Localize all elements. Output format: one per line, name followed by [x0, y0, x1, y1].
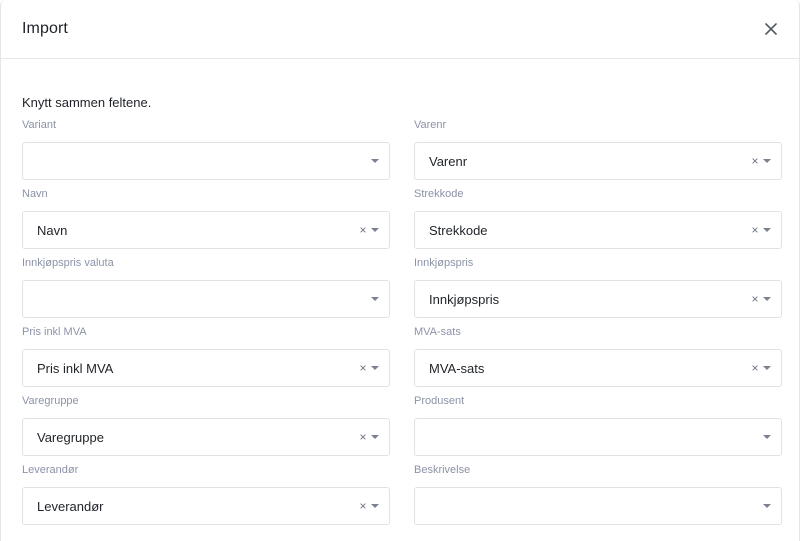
modal-body: Knytt sammen feltene. Variant Varenr Varen…: [1, 59, 799, 534]
field-label: Pris inkl MVA: [22, 326, 87, 338]
clear-icon[interactable]: ×: [358, 431, 368, 443]
clear-icon[interactable]: ×: [750, 155, 760, 167]
selected-value: Leverandør: [37, 498, 104, 514]
chevron-down-icon[interactable]: [371, 159, 379, 163]
clear-icon[interactable]: ×: [750, 224, 760, 236]
field-label: MVA-sats: [414, 326, 461, 338]
field-varegruppe: Varegruppe Varegruppe ×: [22, 396, 390, 465]
import-modal: Import Knytt sammen feltene. Variant Vare…: [0, 0, 800, 541]
chevron-down-icon[interactable]: [763, 297, 771, 301]
modal-title: Import: [22, 20, 68, 37]
selected-value: Strekkode: [429, 222, 488, 238]
chevron-down-icon[interactable]: [371, 504, 379, 508]
field-label: Innkjøpspris valuta: [22, 257, 114, 269]
clear-icon[interactable]: ×: [358, 224, 368, 236]
innkjopspris-select[interactable]: Innkjøpspris ×: [414, 280, 782, 318]
chevron-down-icon[interactable]: [763, 504, 771, 508]
field-label: Varegruppe: [22, 395, 79, 407]
chevron-down-icon[interactable]: [763, 366, 771, 370]
field-label: Navn: [22, 188, 48, 200]
clear-icon[interactable]: ×: [750, 293, 760, 305]
field-varenr: Varenr Varenr ×: [414, 120, 782, 189]
chevron-down-icon[interactable]: [763, 435, 771, 439]
clear-icon[interactable]: ×: [750, 362, 760, 374]
chevron-down-icon[interactable]: [371, 297, 379, 301]
clear-icon[interactable]: ×: [358, 500, 368, 512]
innkjopspris-valuta-select[interactable]: [22, 280, 390, 318]
modal-header: Import: [1, 0, 799, 59]
field-navn: Navn Navn ×: [22, 189, 390, 258]
navn-select[interactable]: Navn ×: [22, 211, 390, 249]
field-label: Produsent: [414, 395, 465, 407]
field-mva-sats: MVA-sats MVA-sats ×: [414, 327, 782, 396]
field-label: Varenr: [414, 119, 447, 131]
selected-value: Varegruppe: [37, 429, 104, 445]
field-mapping-grid: Variant Varenr Varenr × Navn Navn × Strekkode St…: [22, 120, 782, 534]
chevron-down-icon[interactable]: [763, 159, 771, 163]
strekkode-select[interactable]: Strekkode ×: [414, 211, 782, 249]
field-innkjopspris: Innkjøpspris Innkjøpspris ×: [414, 258, 782, 327]
field-beskrivelse: Beskrivelse: [414, 465, 782, 534]
varenr-select[interactable]: Varenr ×: [414, 142, 782, 180]
close-button[interactable]: [763, 21, 779, 37]
mva-sats-select[interactable]: MVA-sats ×: [414, 349, 782, 387]
clear-icon[interactable]: ×: [358, 362, 368, 374]
instruction-text: Knytt sammen feltene.: [22, 95, 152, 110]
field-innkjopspris-valuta: Innkjøpspris valuta: [22, 258, 390, 327]
leverandor-select[interactable]: Leverandør ×: [22, 487, 390, 525]
field-label: Variant: [22, 119, 57, 131]
chevron-down-icon[interactable]: [371, 435, 379, 439]
chevron-down-icon[interactable]: [371, 366, 379, 370]
beskrivelse-select[interactable]: [414, 487, 782, 525]
varegruppe-select[interactable]: Varegruppe ×: [22, 418, 390, 456]
selected-value: Varenr: [429, 153, 468, 169]
field-label: Strekkode: [414, 188, 464, 200]
close-icon: [765, 23, 777, 35]
field-label: Beskrivelse: [414, 464, 471, 476]
chevron-down-icon[interactable]: [371, 228, 379, 232]
selected-value: Navn: [37, 222, 68, 238]
field-strekkode: Strekkode Strekkode ×: [414, 189, 782, 258]
selected-value: Innkjøpspris: [429, 291, 500, 307]
chevron-down-icon[interactable]: [763, 228, 771, 232]
selected-value: Pris inkl MVA: [37, 360, 114, 376]
field-label: Leverandør: [22, 464, 79, 476]
variant-select[interactable]: [22, 142, 390, 180]
field-variant: Variant: [22, 120, 390, 189]
selected-value: MVA-sats: [429, 360, 485, 376]
field-leverandor: Leverandør Leverandør ×: [22, 465, 390, 534]
pris-inkl-mva-select[interactable]: Pris inkl MVA ×: [22, 349, 390, 387]
field-label: Innkjøpspris: [414, 257, 474, 269]
field-produsent: Produsent: [414, 396, 782, 465]
field-pris-inkl-mva: Pris inkl MVA Pris inkl MVA ×: [22, 327, 390, 396]
produsent-select[interactable]: [414, 418, 782, 456]
